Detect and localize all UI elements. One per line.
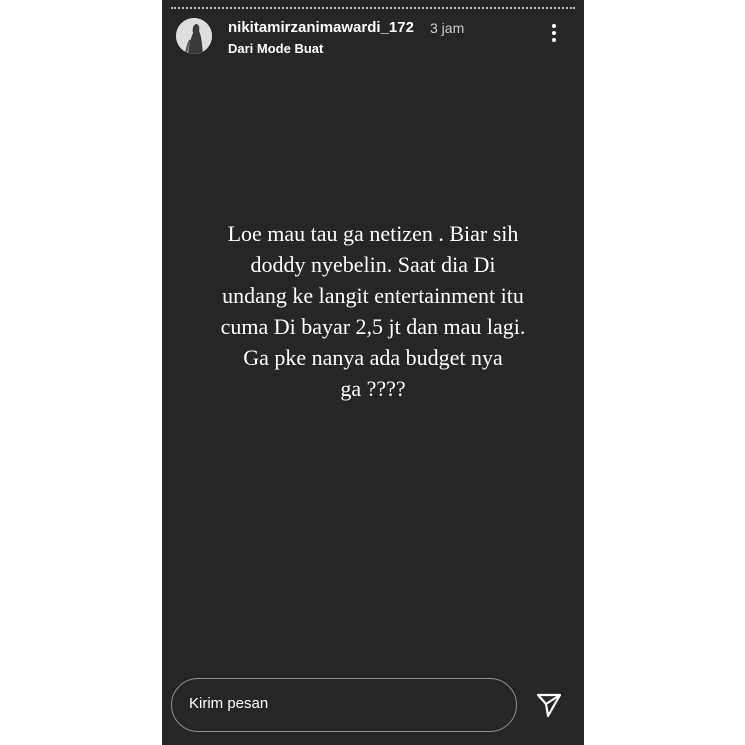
story-viewer: nikitamirzanimawardi_172 3 jam Dari Mode… (162, 0, 584, 745)
story-subtitle: Dari Mode Buat (228, 41, 324, 56)
story-timestamp: 3 jam (430, 20, 465, 36)
story-text: Loe mau tau ga netizen . Biar sih doddy … (220, 221, 526, 401)
more-options-icon[interactable] (546, 24, 562, 48)
send-icon[interactable] (534, 690, 564, 720)
avatar-image (176, 18, 212, 54)
username[interactable]: nikitamirzanimawardi_172 (228, 19, 414, 36)
story-progress-bar (171, 7, 575, 11)
message-input[interactable] (189, 695, 489, 712)
reply-box[interactable] (171, 678, 517, 732)
avatar[interactable] (176, 18, 212, 54)
